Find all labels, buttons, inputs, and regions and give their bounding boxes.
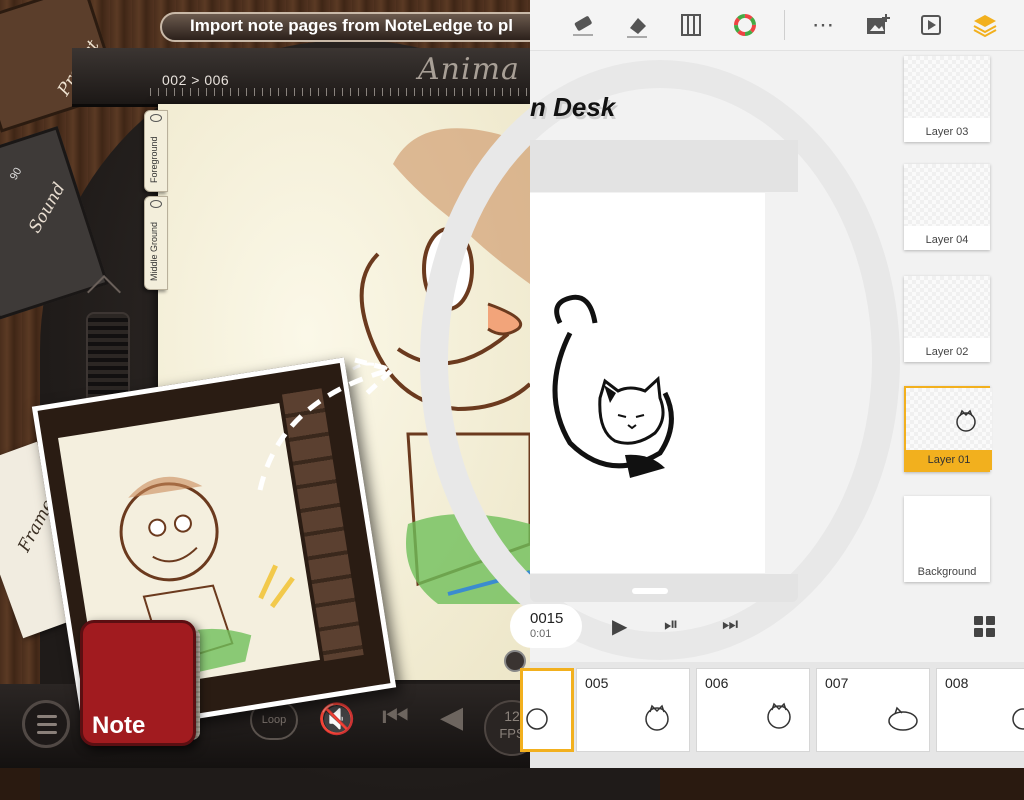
cat-thumbnail xyxy=(1012,708,1024,730)
layer-card-background[interactable]: Background xyxy=(904,496,990,582)
layer-tab-label: Foreground xyxy=(149,136,159,183)
menu-line xyxy=(37,715,57,718)
layer-card-active[interactable]: Layer 01 xyxy=(904,386,992,472)
eye-icon[interactable] xyxy=(150,114,162,122)
layer-name: Layer 01 xyxy=(906,450,992,470)
frame-thumbnail[interactable]: 008 xyxy=(936,668,1024,752)
grid-cell xyxy=(986,628,995,637)
cat-thumbnail xyxy=(767,702,791,729)
banner-text: Import note pages from NoteLedge to pl xyxy=(190,16,514,35)
drawing-canvas[interactable] xyxy=(530,193,765,573)
frame-thumbnail[interactable]: 005 xyxy=(576,668,690,752)
previous-frame-icon[interactable]: ◀ xyxy=(440,700,463,735)
frame-thumbnail[interactable]: 007 xyxy=(816,668,930,752)
brand-logo-text: n Desk xyxy=(530,92,616,122)
more-icon[interactable]: ⋯ xyxy=(808,10,838,40)
layer-name: Layer 02 xyxy=(925,346,969,358)
mute-icon[interactable]: 🔇 xyxy=(318,702,355,737)
toolbar xyxy=(530,0,1024,51)
eye-icon[interactable] xyxy=(150,200,162,208)
ruler-ticks xyxy=(150,88,530,96)
layer-card[interactable]: Layer 03 xyxy=(904,56,990,142)
note-app-label: Note xyxy=(92,712,146,739)
playback-icon[interactable] xyxy=(916,10,946,40)
layer-tab-foreground[interactable]: Foreground xyxy=(144,110,168,192)
grid-cell xyxy=(974,628,983,637)
desk-header-strip xyxy=(530,140,798,192)
fill-icon[interactable] xyxy=(622,10,652,40)
layer-name: Background xyxy=(917,566,977,578)
menu-line xyxy=(37,723,57,726)
layer-thumbnail xyxy=(906,388,992,450)
play-icon[interactable]: ▶ xyxy=(612,614,627,639)
color-wheel-icon[interactable] xyxy=(730,10,760,40)
frame-number: 007 xyxy=(825,675,849,691)
layer-card[interactable]: Layer 04 xyxy=(904,164,990,250)
app-title: Anima xyxy=(418,52,520,87)
frame-thumbnail[interactable]: 006 xyxy=(696,668,810,752)
cat-thumbnail xyxy=(526,708,548,730)
menu-button[interactable] xyxy=(22,700,70,748)
toolbar-divider xyxy=(784,10,785,40)
frame-thumbnail-current[interactable] xyxy=(520,668,574,752)
first-frame-icon[interactable]: ⏮ xyxy=(382,700,409,734)
layer-thumbnail xyxy=(904,164,990,226)
layers-icon[interactable] xyxy=(970,10,1000,40)
frame-range: 002 > 006 xyxy=(162,72,230,88)
layer-tab-middle-ground[interactable]: Middle Ground xyxy=(144,196,168,290)
layer-name: Layer 03 xyxy=(925,126,969,138)
frame-number: 005 xyxy=(585,675,609,691)
frame-time: 0:01 xyxy=(530,628,552,640)
cat-thumbnail xyxy=(956,409,976,432)
ruler-icon[interactable] xyxy=(676,10,706,40)
import-arrow-icon xyxy=(257,357,397,491)
canvas-handle[interactable] xyxy=(632,588,668,594)
layer-thumbnail xyxy=(904,276,990,338)
menu-line xyxy=(37,731,57,734)
frame-number: 006 xyxy=(705,675,729,691)
layer-card[interactable]: Layer 02 xyxy=(904,276,990,362)
next-frame-icon[interactable]: ⏭ xyxy=(722,614,738,635)
frame-number: 0015 xyxy=(530,610,564,627)
layer-thumbnail xyxy=(904,56,990,118)
add-image-icon[interactable] xyxy=(862,10,892,40)
grid-view-icon[interactable] xyxy=(974,616,996,638)
layer-name: Layer 04 xyxy=(925,234,969,246)
grid-cell xyxy=(974,616,983,625)
layer-tab-label: Middle Ground xyxy=(149,221,159,281)
cat-thumbnail xyxy=(888,706,918,731)
cat-drawing xyxy=(552,294,674,478)
frame-number: 008 xyxy=(945,675,969,691)
cat-thumbnail xyxy=(645,704,669,731)
grid-cell xyxy=(986,616,995,625)
eraser-icon[interactable] xyxy=(568,10,598,40)
step-play-icon[interactable]: ⏯ xyxy=(664,614,678,635)
